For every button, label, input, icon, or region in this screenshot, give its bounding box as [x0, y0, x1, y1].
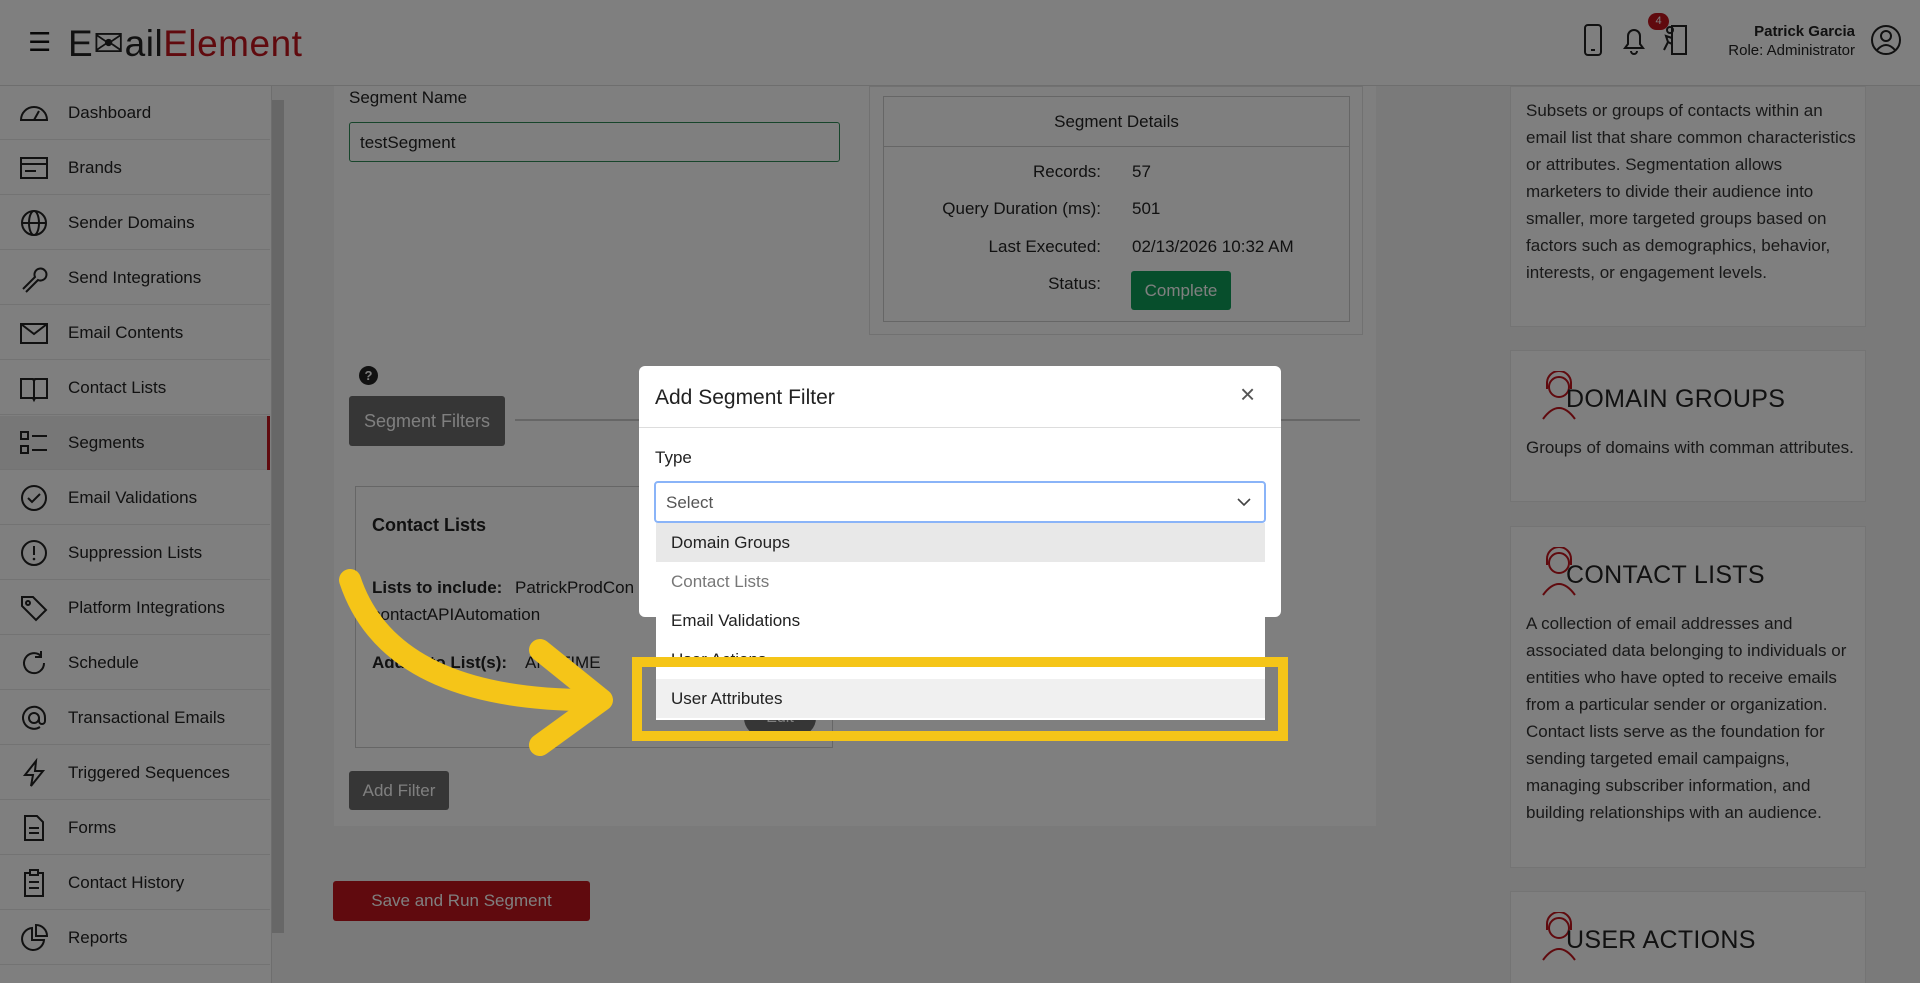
modal-divider	[639, 427, 1281, 428]
chevron-down-icon	[1237, 498, 1251, 507]
type-select[interactable]: Select	[654, 481, 1266, 523]
option-contact-lists[interactable]: Contact Lists	[656, 562, 1265, 601]
close-icon[interactable]: ×	[1240, 381, 1255, 407]
highlight-box	[632, 657, 1288, 741]
type-select-value: Select	[666, 493, 714, 512]
option-email-validations[interactable]: Email Validations	[656, 601, 1265, 640]
option-domain-groups[interactable]: Domain Groups	[656, 523, 1265, 562]
modal-title: Add Segment Filter	[655, 386, 835, 409]
type-label: Type	[655, 448, 692, 467]
pointer-arrow	[339, 569, 613, 756]
